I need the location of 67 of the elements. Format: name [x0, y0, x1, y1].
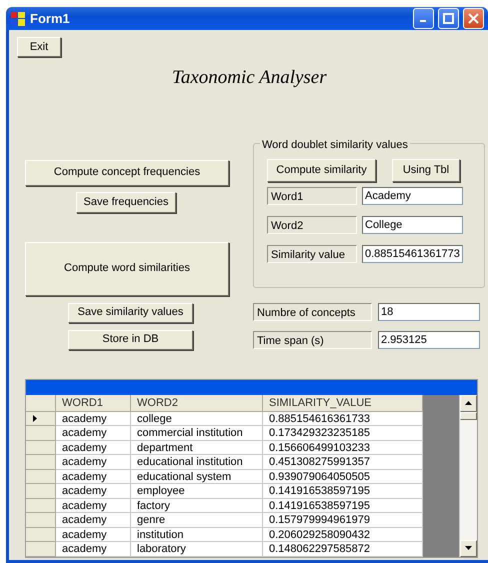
- input-field[interactable]: 0.88515461361773: [362, 244, 463, 262]
- maximize-button[interactable]: [438, 8, 459, 29]
- table-cell: academy: [56, 528, 131, 542]
- store-in-db-button[interactable]: Store in DB: [68, 330, 193, 350]
- compute-similarity-button[interactable]: Compute similarity: [267, 158, 376, 182]
- table-cell: 0.885154616361733: [263, 412, 423, 426]
- table-cell: educational institution: [131, 455, 263, 470]
- save-frequencies-button[interactable]: Save frequencies: [76, 192, 176, 212]
- column-header[interactable]: WORD1: [56, 394, 131, 412]
- table-cell: 0.141916538597195: [263, 484, 423, 498]
- table-cell: genre: [131, 513, 263, 528]
- table-cell: academy: [56, 470, 131, 484]
- maximize-icon: [443, 13, 454, 24]
- field-label: Time span (s): [253, 330, 372, 348]
- table-cell: 0.156606499103233: [263, 440, 423, 455]
- close-button[interactable]: [463, 8, 484, 29]
- corner-cell: [26, 394, 56, 412]
- field-label: Numbre of concepts: [253, 302, 372, 320]
- window-title: Form1: [30, 10, 71, 28]
- table-cell: academy: [56, 513, 131, 528]
- table-cell: department: [131, 440, 263, 455]
- input-field[interactable]: 18: [378, 302, 480, 320]
- table-cell: academy: [56, 498, 131, 513]
- table-cell: employee: [131, 484, 263, 498]
- scroll-up-button[interactable]: [460, 394, 477, 412]
- table-cell: academy: [56, 426, 131, 440]
- app-icon: [10, 10, 26, 26]
- table-cell: laboratory: [131, 542, 263, 556]
- scroll-down-button[interactable]: [460, 540, 477, 556]
- table-cell: 0.141916538597195: [263, 498, 423, 513]
- field-label: Similarity value: [267, 244, 357, 262]
- input-field[interactable]: 2.953125: [378, 330, 480, 348]
- using-tbl-button[interactable]: Using Tbl: [392, 158, 460, 182]
- field-label: Word1: [267, 186, 357, 204]
- compute-frequencies-button[interactable]: Compute concept frequencies: [25, 160, 229, 186]
- up-arrow-icon: [465, 401, 472, 405]
- input-field[interactable]: Academy: [362, 186, 463, 204]
- row-header[interactable]: [26, 412, 56, 426]
- table-cell: 0.173429323235185: [263, 426, 423, 440]
- table-cell: academy: [56, 455, 131, 470]
- close-icon: [468, 13, 479, 24]
- input-field[interactable]: College: [362, 216, 463, 234]
- compute-similarities-button[interactable]: Compute word similarities: [25, 242, 229, 296]
- minimize-button[interactable]: [413, 8, 434, 29]
- column-header[interactable]: SIMILARITY_VALUE: [263, 394, 423, 412]
- current-row-icon: [33, 414, 37, 422]
- table-cell: 0.148062297585872: [263, 542, 423, 556]
- table-cell: academy: [56, 440, 131, 455]
- table-cell: college: [131, 412, 263, 426]
- table-cell: academy: [56, 542, 131, 556]
- table-cell: educational system: [131, 470, 263, 484]
- table-cell: 0.157979994961979: [263, 513, 423, 528]
- table-cell: 0.451308275991357: [263, 455, 423, 470]
- scrollbar[interactable]: [459, 394, 477, 556]
- table-cell: 0.206029258090432: [263, 528, 423, 542]
- table-cell: factory: [131, 498, 263, 513]
- exit-button[interactable]: Exit: [17, 37, 61, 57]
- field-label: Word2: [267, 216, 357, 234]
- table-cell: 0.939079064050505: [263, 470, 423, 484]
- save-similarity-button[interactable]: Save similarity values: [68, 302, 193, 322]
- table-cell: commercial institution: [131, 426, 263, 440]
- table-cell: academy: [56, 412, 131, 426]
- column-header[interactable]: WORD2: [131, 394, 263, 412]
- table-cell: academy: [56, 484, 131, 498]
- app-heading: Taxonomic Analyser: [172, 66, 327, 90]
- down-arrow-icon: [465, 546, 472, 550]
- table-cell: institution: [131, 528, 263, 542]
